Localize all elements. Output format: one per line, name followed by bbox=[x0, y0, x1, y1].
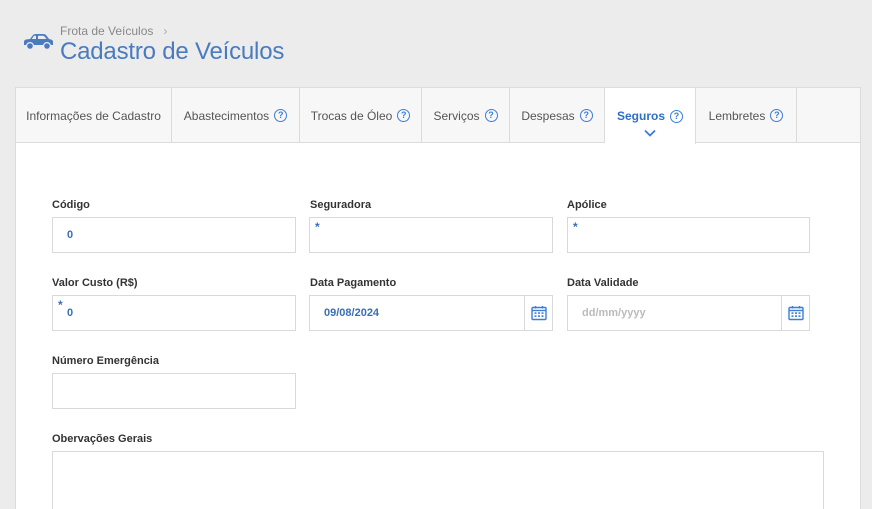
calendar-icon bbox=[530, 306, 547, 321]
form-card: Informações de Cadastro Abastecimentos ?… bbox=[15, 87, 861, 509]
tab-label: Despesas bbox=[521, 108, 575, 123]
breadcrumb: Frota de Veículos › bbox=[60, 24, 167, 38]
codigo-input[interactable]: 0 bbox=[52, 217, 296, 253]
required-mark: * bbox=[573, 220, 578, 234]
tab-label: Serviços bbox=[433, 108, 480, 123]
tab-label: Lembretes bbox=[708, 108, 766, 123]
seguradora-input[interactable]: * bbox=[309, 217, 553, 253]
apolice-input[interactable]: * bbox=[567, 217, 810, 253]
required-mark: * bbox=[315, 220, 320, 234]
observacoes-label: Obervações Gerais bbox=[52, 433, 153, 445]
tab-label: Seguros bbox=[616, 109, 665, 123]
data-pagamento-label: Data Pagamento bbox=[310, 277, 397, 289]
numero-emergencia-input[interactable] bbox=[52, 373, 296, 409]
tab-despesas[interactable]: Despesas ? bbox=[510, 88, 605, 143]
tab-label: Trocas de Óleo bbox=[310, 108, 393, 123]
tab-label: Abastecimentos bbox=[183, 108, 270, 123]
codigo-value: 0 bbox=[67, 229, 74, 241]
page-header: Frota de Veículos › Cadastro de Veículos bbox=[0, 0, 872, 88]
tab-servicos[interactable]: Serviços ? bbox=[422, 88, 510, 143]
data-pagamento-value: 09/08/2024 bbox=[324, 307, 380, 319]
help-icon[interactable]: ? bbox=[484, 109, 498, 122]
numero-emergencia-label: Número Emergência bbox=[52, 355, 159, 367]
tab-seguros[interactable]: Seguros ? bbox=[605, 88, 696, 144]
tab-informacoes-cadastro[interactable]: Informações de Cadastro bbox=[16, 88, 172, 143]
breadcrumb-item[interactable]: Frota de Veículos bbox=[60, 24, 153, 38]
apolice-label: Apólice bbox=[567, 199, 607, 211]
data-validade-label: Data Validade bbox=[567, 277, 639, 289]
help-icon[interactable]: ? bbox=[670, 109, 683, 123]
data-pagamento-input[interactable]: 09/08/2024 bbox=[309, 295, 553, 331]
car-icon bbox=[24, 34, 53, 51]
help-icon[interactable]: ? bbox=[579, 109, 593, 122]
page-title: Cadastro de Veículos bbox=[60, 38, 285, 65]
data-validade-input[interactable]: dd/mm/yyyy bbox=[567, 295, 810, 331]
data-validade-placeholder: dd/mm/yyyy bbox=[582, 307, 646, 319]
observacoes-textarea[interactable] bbox=[52, 451, 824, 509]
help-icon[interactable]: ? bbox=[274, 109, 288, 122]
valor-custo-value: 0 bbox=[67, 307, 74, 319]
required-mark: * bbox=[58, 298, 63, 312]
valor-custo-label: Valor Custo (R$) bbox=[52, 277, 138, 289]
help-icon[interactable]: ? bbox=[770, 109, 784, 122]
valor-custo-input[interactable]: * 0 bbox=[52, 295, 296, 331]
tab-lembretes[interactable]: Lembretes ? bbox=[696, 88, 797, 143]
tab-label: Informações de Cadastro bbox=[26, 108, 161, 123]
tab-bar: Informações de Cadastro Abastecimentos ?… bbox=[16, 88, 860, 144]
calendar-icon bbox=[787, 306, 804, 321]
calendar-button[interactable] bbox=[524, 296, 552, 330]
help-icon[interactable]: ? bbox=[397, 109, 411, 122]
tab-abastecimentos[interactable]: Abastecimentos ? bbox=[172, 88, 300, 143]
chevron-right-icon: › bbox=[163, 24, 168, 38]
seguradora-label: Seguradora bbox=[310, 199, 372, 211]
calendar-button[interactable] bbox=[781, 296, 809, 330]
chevron-down-icon bbox=[644, 129, 656, 137]
codigo-label: Código bbox=[52, 199, 90, 211]
tab-trocas-oleo[interactable]: Trocas de Óleo ? bbox=[300, 88, 422, 143]
